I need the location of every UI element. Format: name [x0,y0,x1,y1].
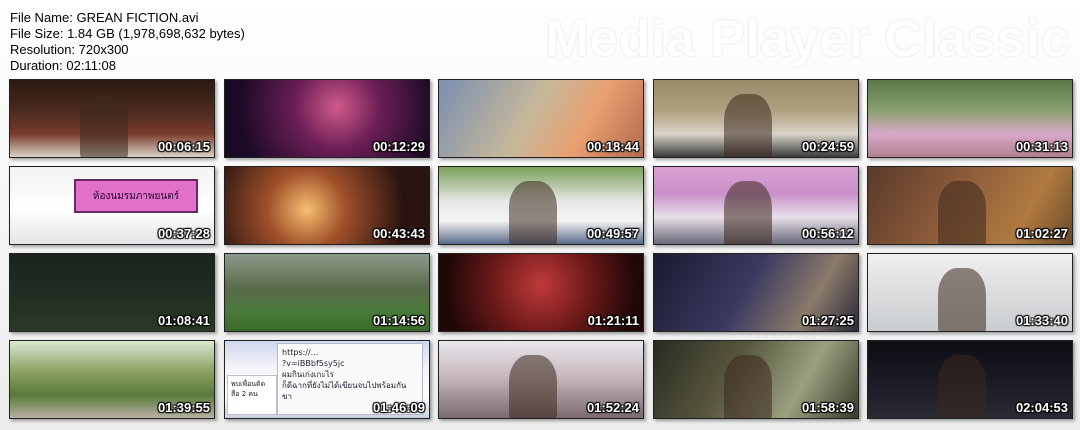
thumbnail-grid: 00:06:15 00:12:29 00:18:44 00:24:59 00:31:13… [9,79,1073,419]
scene-figure [938,268,986,331]
thumbnail-timestamp: 00:24:59 [801,139,854,154]
thumbnail-timestamp: 00:18:44 [586,139,639,154]
duration-text: Duration: 02:11:08 [10,58,116,73]
scene-figure [724,94,772,157]
thumbnail-timestamp: 01:08:41 [157,313,210,328]
thumbnail-timestamp: 01:52:24 [586,400,639,415]
thumbnail-8: 00:49:57 [438,166,644,245]
thumbnail-timestamp: 01:21:11 [587,313,639,328]
thumbnail-timestamp: 00:31:13 [1015,139,1068,154]
thumbnail-7: 00:43:43 [224,166,430,245]
scene-figure [509,355,557,418]
chat-sidebar: พบเพื่อนติดสื่อ 2 คน [227,375,277,415]
thumbnail-12: 01:14:56 [224,253,430,332]
thumbnail-4: 00:24:59 [653,79,859,158]
thumbnail-17: https://... ?v=iBBbf5sy5jc ผมกินเก่งเกะไรก… [224,340,430,419]
thumbnail-15: 01:33:40 [867,253,1073,332]
thumbnail-timestamp: 01:58:39 [801,400,854,415]
thumbnail-18: 01:52:24 [438,340,644,419]
thumbnail-13: 01:21:11 [438,253,644,332]
resolution-text: Resolution: 720x300 [10,42,129,57]
thumbnail-timestamp: 01:27:25 [801,313,854,328]
chat-line: ก็ดีฉากที่ยังไม่ได้เขียนจบไปพร้อมกัน [282,381,407,390]
thumbnail-11: 01:08:41 [9,253,215,332]
thumbnail-14: 01:27:25 [653,253,859,332]
thumbnail-timestamp: 00:06:15 [157,139,210,154]
thumbnail-timestamp: 01:14:56 [372,313,425,328]
thumbnail-timestamp: 01:39:55 [157,400,210,415]
file-name-text: File Name: GREAN FICTION.avi [10,10,199,25]
thumbnail-timestamp: 00:37:28 [157,226,210,241]
thumbnail-timestamp: 00:12:29 [372,139,425,154]
thumbnail-timestamp: 02:04:53 [1015,400,1068,415]
thumbnail-10: 01:02:27 [867,166,1073,245]
scene-figure [509,181,557,244]
thumbnail-19: 01:58:39 [653,340,859,419]
thumbnail-20: 02:04:53 [867,340,1073,419]
thumbnail-6: ห้องนมรมภาพยนตร์ 00:37:28 [9,166,215,245]
thumbnail-2: 00:12:29 [224,79,430,158]
scene-figure [724,355,772,418]
file-size-text: File Size: 1.84 GB (1,978,698,632 bytes) [10,26,245,41]
chat-line: ผมกินเก่งเกะไร [282,370,334,379]
thumbnail-16: 01:39:55 [9,340,215,419]
scene-figure [938,181,986,244]
thumbnail-timestamp: 00:49:57 [586,226,639,241]
chat-line: ?v=iBBbf5sy5jc [282,359,345,368]
scene-figure [938,355,986,418]
thumbnail-timestamp: 00:56:12 [801,226,854,241]
thai-sign: ห้องนมรมภาพยนตร์ [74,179,198,213]
scene-figure [724,181,772,244]
thumbnail-timestamp: 01:33:40 [1015,313,1068,328]
chat-line: https://... [282,348,319,357]
file-info: File Name: GREAN FICTION.avi File Size: … [10,10,245,74]
thumbnail-3: 00:18:44 [438,79,644,158]
thumbnail-9: 00:56:12 [653,166,859,245]
thumbnail-timestamp: 01:02:27 [1015,226,1068,241]
media-player-classic-logo-text: Media Player Classic [545,10,1070,68]
thumbnail-timestamp: 01:46:09 [372,400,425,415]
thumbnail-5: 00:31:13 [867,79,1073,158]
thumbnail-timestamp: 00:43:43 [372,226,425,241]
thumbnail-1: 00:06:15 [9,79,215,158]
scene-figure [80,94,128,157]
